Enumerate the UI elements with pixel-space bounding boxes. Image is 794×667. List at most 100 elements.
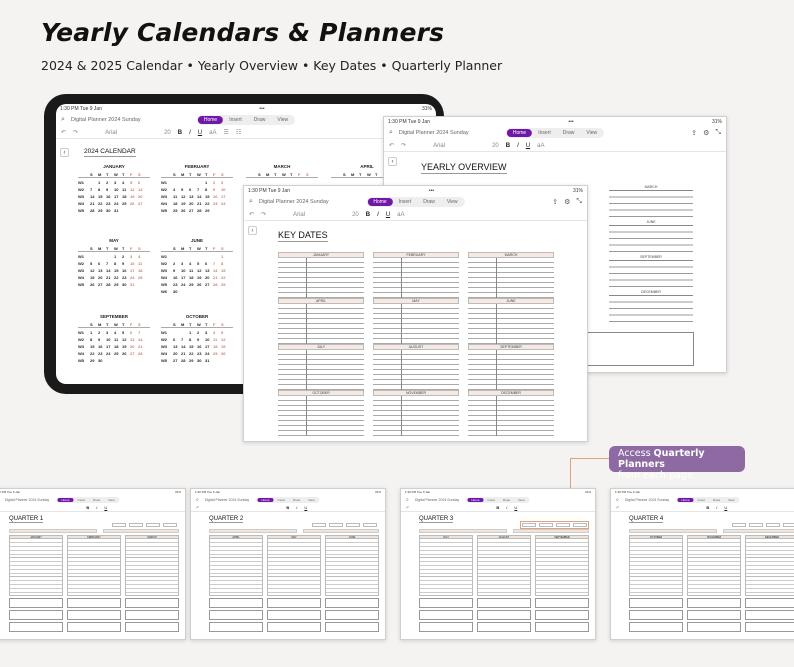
key-dates-lines[interactable] <box>373 304 459 344</box>
quarter-box[interactable] <box>419 622 473 632</box>
share-icon[interactable]: ⇪ <box>552 198 558 206</box>
day-cell[interactable]: 19 <box>181 201 189 208</box>
search-icon[interactable]: ⌕ <box>406 497 409 503</box>
day-cell[interactable]: 25 <box>189 282 197 289</box>
day-cell[interactable]: 27 <box>98 282 106 289</box>
overview-lines[interactable] <box>609 261 693 289</box>
quarter-lines[interactable] <box>9 558 63 577</box>
tab-insert[interactable]: Insert <box>223 116 248 124</box>
day-cell[interactable]: 15 <box>98 194 106 201</box>
italic-button[interactable]: I <box>377 212 379 218</box>
day-cell[interactable]: 29 <box>221 282 229 289</box>
bold-button[interactable]: B <box>496 505 499 510</box>
bullets-icon[interactable]: ☰ <box>223 129 228 136</box>
day-cell[interactable]: 21 <box>138 344 146 351</box>
tab-view[interactable]: View <box>441 198 464 206</box>
day-cell[interactable]: 28 <box>197 208 205 215</box>
day-cell[interactable]: 10 <box>130 261 138 268</box>
day-cell[interactable] <box>197 180 205 187</box>
day-cell[interactable]: 7 <box>90 187 98 194</box>
quarter-lines[interactable] <box>535 558 589 577</box>
quarter-box[interactable] <box>325 622 379 632</box>
day-cell[interactable]: 25 <box>138 275 146 282</box>
day-cell[interactable]: 8 <box>98 187 106 194</box>
search-icon[interactable]: ⌕ <box>61 116 65 124</box>
quarter-lines[interactable] <box>535 539 589 558</box>
tab-draw[interactable]: Draw <box>557 129 581 137</box>
day-cell[interactable]: 23 <box>213 201 221 208</box>
quarter-lines[interactable] <box>629 558 683 577</box>
day-cell[interactable]: 14 <box>90 194 98 201</box>
day-cell[interactable]: 9 <box>173 268 181 275</box>
day-cell[interactable]: 10 <box>106 337 114 344</box>
day-cell[interactable]: 10 <box>181 268 189 275</box>
quarter-box[interactable] <box>125 610 179 620</box>
search-icon[interactable]: ⌕ <box>389 129 393 137</box>
day-cell[interactable]: 29 <box>98 208 106 215</box>
quarter-lines[interactable] <box>267 558 321 577</box>
bold-button[interactable]: B <box>178 130 182 136</box>
underline-button[interactable]: U <box>514 505 517 510</box>
day-cell[interactable]: 28 <box>138 351 146 358</box>
underline-button[interactable]: U <box>386 212 390 218</box>
day-cell[interactable]: 2 <box>173 261 181 268</box>
bold-button[interactable]: B <box>86 505 89 510</box>
undo-icon[interactable]: ↶ <box>389 142 394 149</box>
quarter-nav-tab[interactable] <box>732 523 746 527</box>
back-button[interactable]: ‹ <box>388 157 397 166</box>
day-cell[interactable]: 13 <box>205 268 213 275</box>
tab-home[interactable]: Home <box>467 497 484 502</box>
day-cell[interactable] <box>213 208 221 215</box>
tab-draw[interactable]: Draw <box>248 116 272 124</box>
quarter-lines[interactable] <box>535 577 589 596</box>
undo-icon[interactable]: ↶ <box>249 211 254 218</box>
quarter-box[interactable] <box>477 622 531 632</box>
day-cell[interactable]: 24 <box>130 275 138 282</box>
day-cell[interactable]: 10 <box>114 187 122 194</box>
day-cell[interactable] <box>122 208 130 215</box>
day-cell[interactable]: 24 <box>114 201 122 208</box>
day-cell[interactable] <box>173 180 181 187</box>
day-cell[interactable]: 1 <box>98 180 106 187</box>
day-cell[interactable] <box>189 180 197 187</box>
day-cell[interactable]: 24 <box>205 351 213 358</box>
day-cell[interactable] <box>213 254 221 261</box>
tab-view[interactable]: View <box>104 498 118 502</box>
day-cell[interactable]: 19 <box>90 275 98 282</box>
quarter-lines[interactable] <box>687 539 741 558</box>
day-cell[interactable]: 19 <box>122 344 130 351</box>
font-name[interactable]: Arial <box>105 130 117 136</box>
underline-button[interactable]: U <box>526 143 530 149</box>
tab-draw[interactable]: Draw <box>89 498 104 502</box>
quarter-lines[interactable] <box>629 577 683 596</box>
day-cell[interactable] <box>106 254 114 261</box>
day-cell[interactable]: 29 <box>114 282 122 289</box>
day-cell[interactable]: 15 <box>189 344 197 351</box>
day-cell[interactable]: 26 <box>130 201 138 208</box>
day-cell[interactable]: 3 <box>114 180 122 187</box>
quarter-lines[interactable] <box>419 539 473 558</box>
italic-button[interactable]: I <box>506 505 507 510</box>
tab-insert[interactable]: Insert <box>393 198 418 206</box>
quarter-lines[interactable] <box>477 539 531 558</box>
day-cell[interactable]: 2 <box>106 180 114 187</box>
quarter-lines[interactable] <box>267 539 321 558</box>
day-cell[interactable]: 12 <box>90 268 98 275</box>
quarter-box[interactable] <box>267 622 321 632</box>
day-cell[interactable]: 17 <box>205 344 213 351</box>
day-cell[interactable]: 20 <box>205 275 213 282</box>
day-cell[interactable]: 31 <box>205 358 213 365</box>
day-cell[interactable]: 11 <box>173 194 181 201</box>
tab-insert[interactable]: Insert <box>484 498 500 502</box>
overview-lines[interactable] <box>609 226 693 254</box>
day-cell[interactable]: 19 <box>130 194 138 201</box>
day-cell[interactable]: 7 <box>181 337 189 344</box>
day-cell[interactable] <box>130 208 138 215</box>
day-cell[interactable] <box>130 358 138 365</box>
day-cell[interactable]: 9 <box>106 187 114 194</box>
bold-button[interactable]: B <box>286 505 289 510</box>
tab-draw[interactable]: Draw <box>417 198 441 206</box>
day-cell[interactable]: 8 <box>221 261 229 268</box>
quarter-box[interactable] <box>209 622 263 632</box>
back-button[interactable]: ‹ <box>248 226 257 235</box>
